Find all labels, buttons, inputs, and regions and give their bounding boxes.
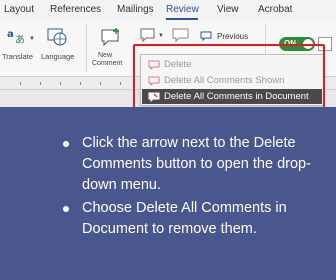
bullet bbox=[63, 141, 69, 147]
delete-comment-icon[interactable] bbox=[140, 27, 156, 43]
highlight-callout-box bbox=[133, 44, 325, 107]
language-label: Language bbox=[41, 52, 75, 61]
tab-layout[interactable]: Layout bbox=[4, 4, 34, 15]
tab-acrobat[interactable]: Acrobat bbox=[258, 4, 292, 15]
instruction-list: Click the arrow next to the Delete Comme… bbox=[62, 133, 322, 242]
previous-comment-icon[interactable] bbox=[171, 27, 191, 43]
new-comment-label-line1: New bbox=[98, 52, 113, 59]
ribbon-separator bbox=[86, 24, 87, 72]
instruction-text: Click the arrow next to the Delete Comme… bbox=[82, 135, 311, 193]
tab-references[interactable]: References bbox=[50, 4, 101, 15]
translate-label: Translate bbox=[2, 52, 33, 61]
word-ribbon-screenshot: Layout References Mailings Review View A… bbox=[0, 0, 336, 107]
new-comment-icon[interactable] bbox=[100, 26, 122, 48]
bullet bbox=[63, 206, 69, 212]
tab-view[interactable]: View bbox=[217, 4, 239, 15]
previous-arrow-icon bbox=[200, 31, 212, 42]
svg-text:あ: あ bbox=[15, 34, 25, 46]
instruction-text: Choose Delete All Comments in Document t… bbox=[82, 200, 287, 237]
tab-review[interactable]: Review bbox=[166, 4, 199, 15]
previous-button-label[interactable]: Previous bbox=[217, 32, 248, 41]
translate-dropdown-arrow[interactable]: ▼ bbox=[29, 36, 35, 42]
language-icon[interactable] bbox=[47, 27, 69, 47]
ribbon-tab-bar: Layout References Mailings Review View A… bbox=[0, 0, 336, 20]
tab-mailings[interactable]: Mailings bbox=[117, 4, 154, 15]
instruction-step: Choose Delete All Comments in Document t… bbox=[62, 198, 322, 240]
new-comment-label-line2: Comment bbox=[92, 60, 123, 67]
delete-comment-dropdown-arrow[interactable]: ▼ bbox=[158, 33, 164, 39]
translate-icon[interactable]: a あ bbox=[6, 27, 28, 47]
svg-text:a: a bbox=[7, 29, 14, 40]
instruction-step: Click the arrow next to the Delete Comme… bbox=[62, 133, 322, 196]
